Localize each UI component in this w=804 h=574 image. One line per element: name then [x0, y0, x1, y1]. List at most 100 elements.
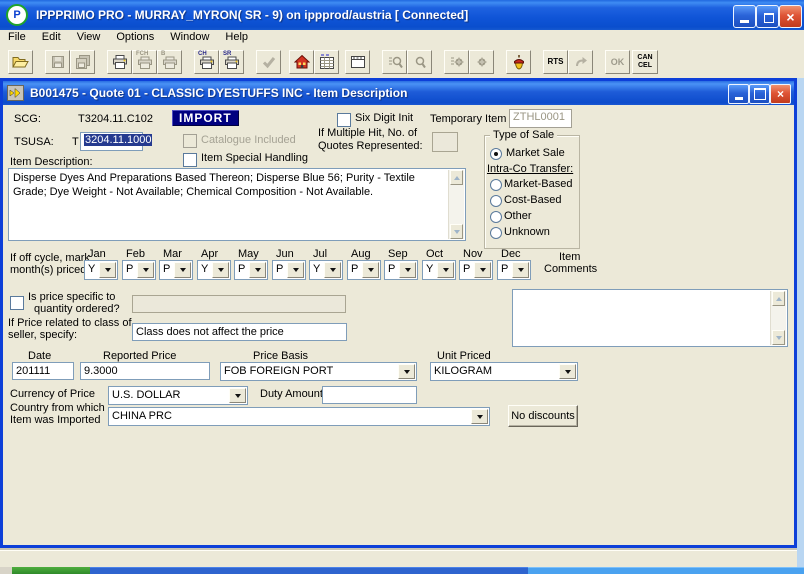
unit-priced-dropdown[interactable]: KILOGRAM — [430, 362, 578, 381]
qty-label-line1: Is price specific to — [28, 291, 115, 303]
print-button[interactable] — [107, 50, 132, 74]
item-description-text: Disperse Dyes And Preparations Based The… — [13, 171, 445, 199]
calendar-icon — [350, 54, 366, 70]
menu-help[interactable]: Help — [217, 30, 256, 45]
restore-button[interactable] — [756, 5, 779, 28]
month-dropdown-sep[interactable]: P — [384, 260, 418, 280]
child-minimize-button[interactable] — [728, 84, 749, 104]
cancel-button[interactable]: CANCEL — [632, 50, 658, 74]
dropdown-arrow-icon[interactable] — [99, 262, 116, 278]
scroll-down-icon[interactable] — [450, 224, 463, 239]
unknown-label: Unknown — [504, 226, 550, 238]
market-sale-label: Market Sale — [506, 147, 565, 159]
reported-price-field[interactable] — [80, 362, 210, 380]
month-dropdown-jul[interactable]: Y — [309, 260, 343, 280]
acorn-icon — [511, 54, 527, 70]
menu-edit[interactable]: Edit — [34, 30, 69, 45]
six-digit-checkbox[interactable] — [337, 113, 351, 127]
close-button[interactable]: × — [779, 5, 802, 28]
month-dropdown-may[interactable]: P — [234, 260, 268, 280]
dropdown-arrow-icon[interactable] — [137, 262, 154, 278]
open-button[interactable] — [8, 50, 33, 74]
country-imported-dropdown[interactable]: CHINA PRC — [108, 407, 490, 426]
dropdown-arrow-icon[interactable] — [229, 388, 246, 403]
class-label-line2: seller, specify: — [8, 329, 77, 341]
market-based-radio[interactable] — [490, 179, 502, 191]
month-dropdown-feb[interactable]: P — [122, 260, 156, 280]
duty-amount-field[interactable] — [322, 386, 417, 404]
close-icon: × — [786, 10, 794, 24]
date-field[interactable] — [12, 362, 74, 380]
month-dropdown-aug[interactable]: P — [347, 260, 381, 280]
acorn-button[interactable] — [506, 50, 531, 74]
print-b-button: B — [157, 50, 182, 74]
dropdown-arrow-icon[interactable] — [559, 364, 576, 379]
save-button — [45, 50, 70, 74]
currency-dropdown[interactable]: U.S. DOLLAR — [108, 386, 248, 405]
item-comments-textarea[interactable] — [512, 289, 788, 347]
dropdown-arrow-icon[interactable] — [437, 262, 454, 278]
market-sale-radio[interactable] — [490, 148, 502, 160]
dropdown-arrow-icon[interactable] — [398, 364, 415, 379]
dropdown-arrow-icon[interactable] — [212, 262, 229, 278]
child-maximize-button[interactable] — [749, 84, 770, 104]
menu-view[interactable]: View — [69, 30, 109, 45]
month-label-oct: Oct — [426, 248, 443, 260]
minimize-button[interactable] — [733, 5, 756, 28]
price-specific-quantity-checkbox[interactable] — [10, 296, 24, 310]
month-dropdown-mar[interactable]: P — [159, 260, 193, 280]
scg-label: SCG: — [14, 113, 41, 125]
month-label-feb: Feb — [126, 248, 145, 260]
dropdown-arrow-icon[interactable] — [362, 262, 379, 278]
taskbar-item[interactable] — [528, 567, 804, 574]
country-label-line2: Item was Imported — [10, 414, 100, 426]
month-dropdown-oct[interactable]: Y — [422, 260, 456, 280]
item-description-textarea[interactable]: Disperse Dyes And Preparations Based The… — [8, 168, 466, 241]
cost-based-radio[interactable] — [490, 195, 502, 207]
menu-file[interactable]: File — [0, 30, 34, 45]
ok-button: OK — [605, 50, 630, 74]
month-label-apr: Apr — [201, 248, 218, 260]
month-dropdown-nov[interactable]: P — [459, 260, 493, 280]
print-b-label: B — [161, 51, 165, 57]
temporary-item-field: ZTHL0001 — [509, 109, 572, 128]
dropdown-arrow-icon[interactable] — [471, 409, 488, 424]
dropdown-arrow-icon[interactable] — [474, 262, 491, 278]
scroll-up-icon[interactable] — [772, 291, 785, 306]
month-dropdown-apr[interactable]: Y — [197, 260, 231, 280]
item-special-handling-checkbox[interactable] — [183, 153, 197, 167]
rts-button[interactable]: RTS — [543, 50, 568, 74]
month-dropdown-jan[interactable]: Y — [84, 260, 118, 280]
print-ch-button[interactable]: CH — [194, 50, 219, 74]
item-comments-scrollbar[interactable] — [770, 291, 786, 345]
tsusa-field[interactable]: 3204.11.1000 — [80, 132, 143, 151]
menu-options[interactable]: Options — [108, 30, 162, 45]
other-radio[interactable] — [490, 211, 502, 223]
dropdown-arrow-icon[interactable] — [324, 262, 341, 278]
temporary-item-label: Temporary Item C — [430, 113, 517, 125]
menu-window[interactable]: Window — [162, 30, 217, 45]
scroll-up-icon[interactable] — [450, 170, 463, 185]
price-basis-dropdown[interactable]: FOB FOREIGN PORT — [220, 362, 417, 381]
dropdown-arrow-icon[interactable] — [249, 262, 266, 278]
start-button[interactable] — [12, 567, 90, 574]
month-label-jul: Jul — [313, 248, 327, 260]
no-discounts-button[interactable]: No discounts — [508, 405, 578, 427]
month-dropdown-jun[interactable]: P — [272, 260, 306, 280]
dropdown-arrow-icon[interactable] — [399, 262, 416, 278]
scroll-down-icon[interactable] — [772, 330, 785, 345]
dropdown-arrow-icon[interactable] — [174, 262, 191, 278]
item-description-scrollbar[interactable] — [448, 170, 464, 239]
calendar-view-button[interactable] — [345, 50, 370, 74]
taskbar-item[interactable] — [90, 567, 528, 574]
print-sr-button[interactable]: SR — [219, 50, 244, 74]
home-button[interactable] — [289, 50, 314, 74]
month-dropdown-dec[interactable]: P — [497, 260, 531, 280]
dropdown-arrow-icon[interactable] — [287, 262, 304, 278]
class-of-seller-field[interactable] — [132, 323, 347, 341]
grid-view-button[interactable] — [314, 50, 339, 74]
unknown-radio[interactable] — [490, 227, 502, 239]
price-basis-label: Price Basis — [253, 350, 308, 362]
dropdown-arrow-icon[interactable] — [512, 262, 529, 278]
child-close-button[interactable]: × — [770, 84, 791, 104]
